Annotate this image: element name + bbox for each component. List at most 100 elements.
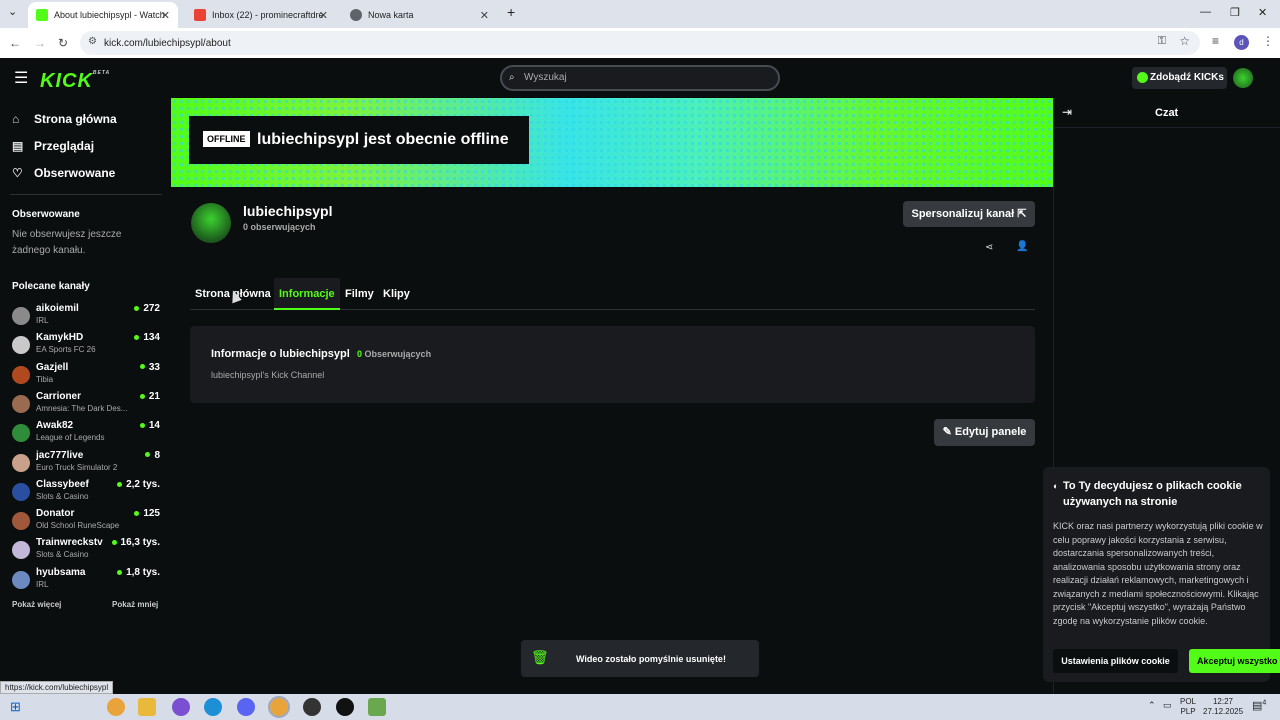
recommended-channel[interactable]: Carrioner Amnesia: The Dark Des... 21: [12, 391, 160, 420]
channel-category: IRL: [36, 579, 49, 589]
kick-favicon-icon: [36, 9, 48, 21]
channel-tabs: Strona główna Informacje Filmy Klipy: [190, 278, 1035, 310]
recommended-channel[interactable]: Donator Old School RuneScape 125: [12, 508, 160, 537]
channel-name: Awak82: [36, 420, 74, 432]
browser-tab-bar: ⌄ About lubiechipsypl - Watch Li ✕ Inbox…: [0, 0, 1280, 28]
channel-avatar[interactable]: [191, 203, 231, 243]
app-icon[interactable]: [336, 698, 354, 716]
tray-chevron-icon[interactable]: ⌃: [1148, 700, 1156, 711]
media-control-icon[interactable]: ≡: [1212, 34, 1219, 48]
profile-avatar[interactable]: d: [1234, 35, 1249, 50]
viewer-count: 16,3 tys.: [112, 537, 160, 548]
recommended-channel[interactable]: aikoiemil IRL 272: [12, 303, 160, 332]
sidebar-item-home[interactable]: ⌂ Strona główna: [12, 112, 117, 126]
recommended-channel[interactable]: jac777live Euro Truck Simulator 2 8: [12, 450, 160, 479]
url-field[interactable]: ⚙ kick.com/lubiechipsypl/about ⚿ ☆: [80, 31, 1200, 55]
viewer-count: 2,2 tys.: [117, 479, 160, 490]
language-indicator[interactable]: POL PLP: [1180, 697, 1196, 717]
sidebar-item-following[interactable]: ♡ Obserwowane: [12, 166, 115, 180]
network-icon[interactable]: ▭: [1163, 700, 1172, 711]
browser-menu-icon[interactable]: ⋮: [1262, 34, 1274, 48]
restore-icon[interactable]: ❐: [1230, 6, 1240, 19]
browser-tab-gmail[interactable]: Inbox (22) - prominecraftdream ✕: [186, 2, 336, 28]
offline-message: lubiechipsypl jest obecnie offline: [257, 131, 509, 148]
browser-tab-kick[interactable]: About lubiechipsypl - Watch Li ✕: [28, 2, 178, 28]
viewer-count: 21: [140, 391, 160, 402]
search-input[interactable]: ⌕ Wyszukaj: [500, 65, 780, 91]
tab-about[interactable]: Informacje: [274, 278, 340, 310]
site-info-icon[interactable]: ⚙: [88, 36, 97, 47]
recommended-channel[interactable]: KamykHD EA Sports FC 26 134: [12, 332, 160, 361]
forward-icon[interactable]: →: [34, 36, 46, 50]
recommended-channel[interactable]: Trainwreckstv Slots & Casino 16,3 tys.: [12, 537, 160, 566]
channel-name: aikoiemil: [36, 303, 79, 314]
user-settings-icon[interactable]: 👤: [1016, 241, 1028, 252]
chrome-taskbar-icon[interactable]: [107, 698, 125, 716]
tab-videos[interactable]: Filmy: [340, 278, 379, 310]
back-icon[interactable]: ←: [9, 36, 21, 50]
collapse-chat-icon[interactable]: ⇥: [1062, 105, 1072, 119]
channel-name: KamykHD: [36, 332, 84, 344]
address-bar-row: ← → ↻ ⚙ kick.com/lubiechipsypl/about ⚿ ☆…: [0, 28, 1280, 58]
bookmark-star-icon[interactable]: ☆: [1179, 34, 1190, 48]
user-avatar[interactable]: [1233, 68, 1253, 88]
discord-icon[interactable]: [237, 698, 255, 716]
tab-clips[interactable]: Klipy: [378, 278, 415, 310]
viber-icon[interactable]: [172, 698, 190, 716]
recommended-channel[interactable]: Gazjell Tibia 33: [12, 362, 160, 391]
share-icon[interactable]: ⋖: [985, 242, 993, 253]
tab-search-icon[interactable]: ⌄: [8, 5, 17, 18]
channel-name: jac777live: [36, 449, 84, 461]
status-url: https://kick.com/lubiechipsypl: [0, 681, 114, 694]
sidebar-item-browse[interactable]: ▤ Przeglądaj: [12, 139, 94, 153]
channel-name: hyubsama: [36, 566, 86, 578]
kick-logo[interactable]: KICKBETA: [40, 70, 110, 93]
url-text: kick.com/lubiechipsypl/about: [104, 37, 231, 49]
reload-icon[interactable]: ↻: [58, 36, 68, 50]
recommended-heading: Polecane kanały: [12, 281, 90, 292]
file-explorer-icon[interactable]: [138, 698, 156, 716]
close-tab-icon[interactable]: ✕: [319, 9, 328, 22]
minecraft-icon[interactable]: [368, 698, 386, 716]
windows-start-icon[interactable]: ⊞: [10, 699, 21, 715]
recommended-channel[interactable]: Classybeef Slots & Casino 2,2 tys.: [12, 479, 160, 508]
cookie-settings-button[interactable]: Ustawienia plików cookie: [1053, 649, 1178, 673]
hamburger-menu-icon[interactable]: ☰: [14, 68, 28, 88]
cookie-dialog: ◐ To Ty decydujesz o plikach cookie używ…: [1043, 467, 1280, 682]
channel-category: Amnesia: The Dark Des...: [36, 403, 128, 413]
new-tab-icon[interactable]: +: [507, 4, 515, 20]
channel-avatar: [12, 336, 30, 355]
channel-name: Classybeef: [36, 478, 89, 490]
tab-title: About lubiechipsypl - Watch Li: [54, 10, 166, 20]
trash-icon: 🗑: [531, 649, 549, 665]
about-title: Informacje o lubiechipsypl: [211, 348, 350, 360]
close-tab-icon[interactable]: ✕: [480, 9, 489, 22]
external-link-icon: ⇱: [1017, 208, 1027, 220]
notification-icon[interactable]: ▤4: [1252, 699, 1266, 712]
tab-title: Nowa karta: [368, 10, 414, 20]
show-more-link[interactable]: Pokaż więcej: [12, 600, 61, 609]
customize-channel-button[interactable]: Spersonalizuj kanał ⇱: [903, 201, 1035, 227]
about-description: lubiechipsypl's Kick Channel: [211, 370, 325, 380]
kicks-coin-icon: [1137, 72, 1148, 83]
recommended-channel[interactable]: Awak82 League of Legends 14: [12, 420, 160, 449]
get-kicks-button[interactable]: Zdobądź KICKs: [1132, 67, 1227, 89]
search-icon: ⌕: [509, 72, 515, 83]
chrome-active-icon[interactable]: [268, 696, 290, 718]
clock[interactable]: 12:27 27.12.2025: [1203, 697, 1243, 717]
browser-tab-new[interactable]: Nowa karta ✕: [342, 2, 497, 28]
show-less-link[interactable]: Pokaż mniej: [112, 600, 158, 609]
recommended-channel[interactable]: hyubsama IRL 1,8 tys.: [12, 567, 160, 596]
minimize-icon[interactable]: —: [1200, 6, 1211, 18]
channel-avatar: [12, 482, 30, 501]
password-key-icon[interactable]: ⚿: [1158, 35, 1166, 48]
close-tab-icon[interactable]: ✕: [161, 9, 170, 22]
channel-category: IRL: [36, 316, 49, 325]
close-window-icon[interactable]: ✕: [1258, 6, 1267, 19]
cookie-title: To Ty decydujesz o plikach cookie używan…: [1063, 480, 1242, 508]
edit-panels-button[interactable]: ✎ Edytuj panele: [934, 419, 1035, 446]
edge-icon[interactable]: [204, 698, 222, 716]
accept-all-button[interactable]: Akceptuj wszystko: [1189, 649, 1280, 673]
channel-name: Donator: [36, 508, 75, 520]
app-icon[interactable]: [303, 698, 321, 716]
